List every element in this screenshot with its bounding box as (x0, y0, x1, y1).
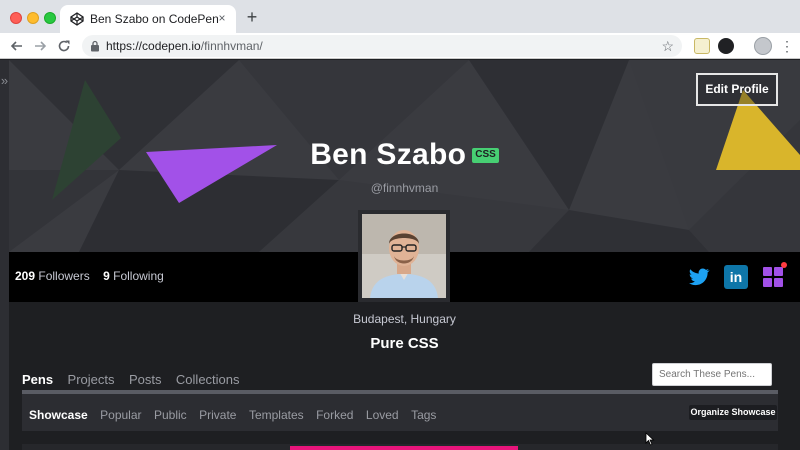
subnav-tags[interactable]: Tags (411, 408, 436, 422)
follow-stats: 209 Followers 9 Following (15, 269, 164, 283)
following-count: 9 (103, 269, 110, 283)
profile-handle: @finnhvman (370, 181, 439, 195)
browser-tab[interactable]: Ben Szabo on CodePen × (60, 5, 236, 33)
apps-grid-icon[interactable] (761, 262, 787, 289)
url-path: /finnhvman/ (200, 39, 263, 53)
edit-profile-button[interactable]: Edit Profile (696, 73, 778, 106)
forward-arrow-icon[interactable] (31, 37, 49, 55)
new-tab-icon[interactable]: + (244, 8, 260, 26)
codepen-profile-page: » Edit Profile Ben Szabo CSS @finnhvman (0, 60, 800, 450)
profile-name-text: Ben Szabo (310, 138, 467, 171)
subnav-showcase[interactable]: Showcase (29, 408, 88, 422)
profile-bio: Pure CSS (370, 335, 439, 352)
codepen-favicon (70, 12, 84, 26)
url-text: https://codepen.io/finnhvman/ (106, 39, 263, 53)
subnav-popular[interactable]: Popular (100, 408, 141, 422)
close-window-button[interactable] (10, 12, 22, 24)
subnav-items: Showcase Popular Public Private Template… (29, 406, 444, 424)
back-arrow-icon[interactable] (8, 37, 26, 55)
following-link[interactable]: 9 Following (103, 269, 164, 283)
pens-subnav: Showcase Popular Public Private Template… (22, 394, 778, 431)
subnav-public[interactable]: Public (154, 408, 187, 422)
profile-tabs: Pens Projects Posts Collections (22, 371, 250, 389)
grid-cell (774, 267, 783, 276)
tab-collections[interactable]: Collections (176, 371, 240, 389)
linkedin-icon[interactable]: in (724, 265, 748, 289)
tab-title: Ben Szabo on CodePen (90, 12, 219, 26)
reload-icon[interactable] (55, 37, 73, 55)
expand-sidebar-icon[interactable]: » (0, 74, 9, 88)
lock-icon (91, 40, 99, 52)
address-bar[interactable]: https://codepen.io/finnhvman/ ☆ (82, 35, 682, 57)
following-label: Following (113, 269, 164, 283)
grid-cell (774, 278, 783, 287)
avatar[interactable] (358, 210, 450, 302)
avatar-photo (362, 214, 446, 298)
profile-location: Budapest, Hungary (353, 312, 456, 326)
url-host: https://codepen.io (106, 39, 201, 53)
tab-close-icon[interactable]: × (215, 11, 229, 25)
sidebar-rail[interactable]: » (0, 60, 9, 450)
subnav-forked[interactable]: Forked (316, 408, 353, 422)
subnav-loved[interactable]: Loved (366, 408, 399, 422)
subnav-templates[interactable]: Templates (249, 408, 304, 422)
css-badge: CSS (472, 148, 499, 163)
profile-name: Ben Szabo CSS (9, 138, 800, 172)
extension-icon[interactable] (718, 38, 734, 54)
organize-showcase-button[interactable]: Organize Showcase (689, 405, 777, 420)
extension-icon[interactable] (694, 38, 710, 54)
grid-cell (763, 267, 772, 276)
followers-count: 209 (15, 269, 36, 283)
mouse-cursor-icon (645, 432, 655, 446)
tab-strip: Ben Szabo on CodePen × + (0, 0, 800, 33)
followers-label: Followers (38, 269, 90, 283)
star-icon[interactable]: ☆ (661, 38, 674, 54)
grid-cell (763, 278, 772, 287)
minimize-window-button[interactable] (27, 12, 39, 24)
tab-projects[interactable]: Projects (68, 371, 115, 389)
browser-window: Ben Szabo on CodePen × + https://codepen… (0, 0, 800, 450)
menu-icon[interactable]: ⋮ (780, 37, 794, 55)
tab-pens[interactable]: Pens (22, 371, 53, 389)
search-pens-input[interactable] (652, 363, 772, 386)
twitter-icon[interactable] (687, 265, 711, 289)
browser-toolbar: https://codepen.io/finnhvman/ ☆ ⋮ (0, 33, 800, 59)
pen-preview-bar[interactable] (290, 446, 518, 450)
tab-posts[interactable]: Posts (129, 371, 162, 389)
notification-dot (781, 262, 787, 268)
subnav-private[interactable]: Private (199, 408, 236, 422)
maximize-window-button[interactable] (44, 12, 56, 24)
followers-link[interactable]: 209 Followers (15, 269, 90, 283)
profile-icon[interactable] (754, 37, 772, 55)
